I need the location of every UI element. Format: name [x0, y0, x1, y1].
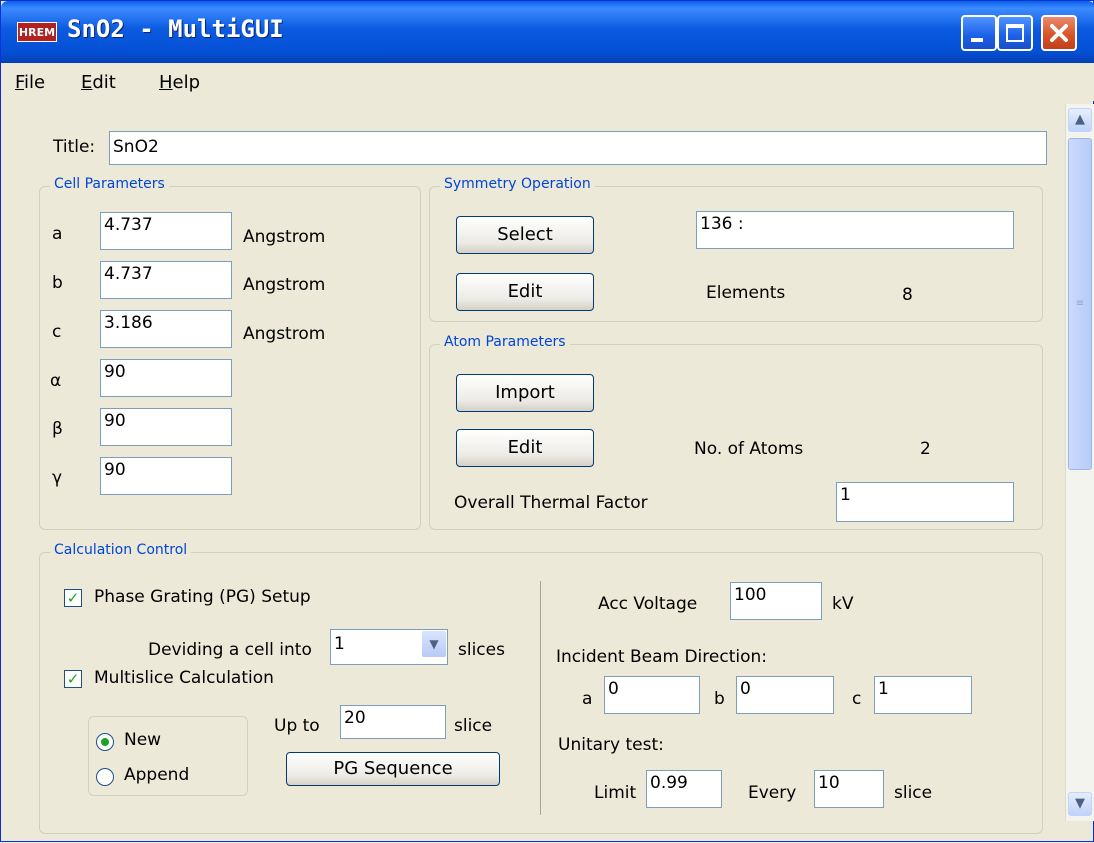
limit-input[interactable]: 0.99: [646, 770, 722, 808]
cell-alpha-input[interactable]: 90: [100, 359, 232, 397]
close-icon: [1050, 24, 1068, 42]
maximize-button[interactable]: [997, 15, 1033, 51]
append-radio[interactable]: [96, 768, 114, 786]
pg-setup-checkbox[interactable]: ✓: [64, 589, 82, 607]
cell-parameters-group: Cell Parameters a 4.737 Angstrom b 4.737…: [39, 176, 421, 530]
beam-b-input[interactable]: 0: [736, 676, 834, 714]
atom-parameters-group: Atom Parameters Import Edit No. of Atoms…: [429, 334, 1043, 530]
cell-b-label: b: [52, 273, 63, 293]
vertical-scrollbar[interactable]: ▲ ≡ ▼: [1065, 104, 1094, 821]
menu-edit[interactable]: Edit: [81, 72, 116, 93]
cell-c-input[interactable]: 3.186: [100, 310, 232, 348]
multislice-label: Multislice Calculation: [94, 668, 274, 688]
calc-divider: [540, 581, 541, 815]
elements-count: 8: [902, 285, 913, 305]
checkmark-icon: ✓: [66, 589, 80, 607]
scroll-up-button[interactable]: ▲: [1068, 108, 1092, 132]
symmetry-edit-button[interactable]: Edit: [456, 273, 594, 311]
calculation-control-legend: Calculation Control: [50, 542, 192, 558]
atom-count-label: No. of Atoms: [694, 439, 804, 459]
beam-b-label: b: [714, 689, 725, 709]
upto-input[interactable]: 20: [340, 705, 446, 739]
menu-help[interactable]: Help: [159, 72, 200, 93]
multislice-checkbox[interactable]: ✓: [64, 670, 82, 688]
acc-voltage-unit: kV: [832, 594, 854, 614]
scroll-down-button[interactable]: ▼: [1068, 792, 1092, 816]
beam-a-input[interactable]: 0: [604, 676, 700, 714]
chevron-up-icon: ▲: [1075, 112, 1085, 127]
menu-bar: File Edit Help: [1, 63, 1094, 101]
upto-slice-label: slice: [454, 716, 493, 736]
every-label: Every: [748, 783, 797, 803]
title-input[interactable]: SnO2: [109, 131, 1047, 165]
close-button[interactable]: [1041, 15, 1077, 51]
acc-voltage-input[interactable]: 100: [730, 582, 822, 620]
radio-selected-dot: [101, 738, 109, 746]
new-radio[interactable]: [96, 733, 114, 751]
append-label: Append: [124, 765, 190, 785]
cell-gamma-input[interactable]: 90: [100, 457, 232, 495]
unitary-test-label: Unitary test:: [558, 735, 664, 755]
form-content: Title: SnO2 Cell Parameters a 4.737 Angs…: [1, 101, 1065, 843]
cell-parameters-legend: Cell Parameters: [50, 176, 169, 192]
menu-file[interactable]: File: [15, 72, 45, 93]
chevron-down-icon[interactable]: ▼: [422, 631, 446, 657]
thermal-factor-label: Overall Thermal Factor: [454, 493, 648, 513]
symmetry-select-button[interactable]: Select: [456, 216, 594, 254]
beam-a-label: a: [582, 689, 593, 709]
elements-label: Elements: [706, 283, 786, 303]
chevron-down-icon: ▼: [1075, 796, 1085, 811]
scroll-thumb[interactable]: ≡: [1068, 138, 1092, 470]
cell-a-input[interactable]: 4.737: [100, 212, 232, 250]
beam-direction-label: Incident Beam Direction:: [556, 647, 767, 667]
every-input[interactable]: 10: [814, 770, 884, 808]
app-icon: HREM: [17, 22, 57, 42]
upto-label: Up to: [274, 716, 320, 736]
cell-a-unit: Angstrom: [243, 227, 326, 247]
cell-beta-input[interactable]: 90: [100, 408, 232, 446]
cell-alpha-label: α: [50, 371, 62, 391]
slices-label: slices: [458, 640, 505, 660]
beam-c-input[interactable]: 1: [874, 676, 972, 714]
thermal-factor-input[interactable]: 1: [836, 482, 1014, 522]
checkmark-icon: ✓: [66, 670, 80, 688]
atom-parameters-legend: Atom Parameters: [440, 334, 570, 350]
atom-edit-button[interactable]: Edit: [456, 429, 594, 467]
minimize-icon: [971, 38, 983, 42]
atom-count: 2: [920, 439, 931, 459]
title-label: Title:: [53, 137, 96, 157]
atom-import-button[interactable]: Import: [456, 374, 594, 412]
dividing-combo-value: 1: [334, 634, 345, 654]
cell-a-label: a: [52, 224, 63, 244]
cell-c-unit: Angstrom: [243, 324, 326, 344]
symmetry-value-input[interactable]: 136 :: [696, 211, 1014, 249]
limit-label: Limit: [594, 783, 637, 803]
window-title: SnO2 - MultiGUI: [67, 15, 284, 43]
calculation-control-group: Calculation Control ✓ Phase Grating (PG)…: [39, 542, 1043, 834]
maximize-icon: [1006, 24, 1024, 42]
symmetry-operation-group: Symmetry Operation Select 136 : Edit Ele…: [429, 176, 1043, 322]
every-slice-label: slice: [894, 783, 933, 803]
cell-gamma-label: γ: [52, 468, 63, 488]
new-label: New: [124, 730, 162, 750]
dividing-combo[interactable]: 1 ▼: [330, 629, 448, 665]
symmetry-operation-legend: Symmetry Operation: [440, 176, 595, 192]
app-window: HREM SnO2 - MultiGUI File Edit Help ▲ ≡ …: [0, 0, 1094, 842]
dividing-label: Deviding a cell into: [148, 640, 312, 660]
minimize-button[interactable]: [961, 15, 997, 51]
cell-b-unit: Angstrom: [243, 275, 326, 295]
beam-c-label: c: [852, 689, 862, 709]
cell-b-input[interactable]: 4.737: [100, 261, 232, 299]
pg-sequence-button[interactable]: PG Sequence: [286, 752, 500, 786]
cell-beta-label: β: [52, 419, 63, 439]
pg-setup-label: Phase Grating (PG) Setup: [94, 587, 311, 607]
title-bar[interactable]: HREM SnO2 - MultiGUI: [1, 1, 1094, 63]
cell-c-label: c: [52, 322, 62, 342]
acc-voltage-label: Acc Voltage: [598, 594, 698, 614]
